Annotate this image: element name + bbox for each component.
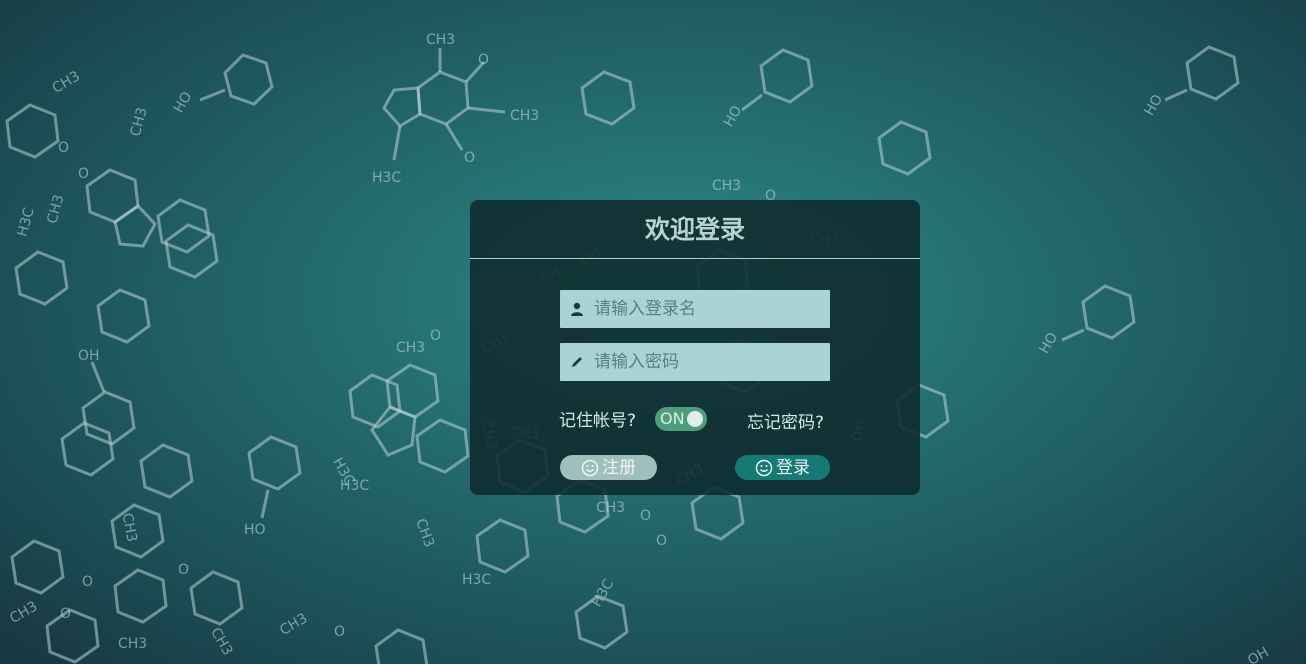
toggle-knob: [687, 411, 703, 427]
username-field[interactable]: [560, 290, 830, 328]
password-field[interactable]: [560, 343, 830, 381]
user-icon: [571, 302, 583, 316]
pencil-icon: [572, 357, 582, 367]
svg-text:O: O: [656, 533, 667, 549]
svg-text:HO: HO: [1037, 330, 1062, 357]
toggle-state-text: ON: [660, 409, 685, 428]
svg-text:OH: OH: [1245, 644, 1272, 664]
register-button[interactable]: 注册: [560, 455, 657, 480]
login-title: 欢迎登录: [470, 200, 920, 259]
svg-text:CH3: CH3: [7, 598, 40, 626]
svg-text:H3C: H3C: [589, 576, 618, 609]
svg-text:O: O: [334, 624, 345, 640]
svg-text:O: O: [430, 328, 441, 344]
svg-text:CH3: CH3: [50, 68, 83, 96]
svg-text:OH: OH: [78, 348, 100, 364]
svg-text:O: O: [640, 508, 651, 524]
smile-icon: [755, 459, 773, 476]
svg-text:H3C: H3C: [372, 170, 401, 186]
svg-text:CH3: CH3: [510, 108, 539, 124]
login-panel: 欢迎登录 记住帐号? ON 忘记密码? 注册: [470, 200, 920, 495]
svg-text:H3C: H3C: [15, 206, 38, 239]
svg-text:CH3: CH3: [128, 106, 151, 138]
svg-text:CH3: CH3: [412, 517, 437, 550]
forgot-password-link[interactable]: 忘记密码?: [747, 408, 824, 433]
smile-icon: [581, 459, 599, 476]
remember-account-label: 记住帐号?: [559, 411, 637, 431]
svg-text:O: O: [82, 574, 93, 590]
svg-text:HO: HO: [1142, 92, 1167, 119]
login-button[interactable]: 登录: [735, 455, 830, 480]
svg-text:CH3: CH3: [277, 610, 310, 638]
svg-text:HO: HO: [171, 89, 196, 116]
login-button-label: 登录: [776, 457, 810, 478]
svg-text:H3C: H3C: [340, 478, 369, 494]
svg-text:O: O: [478, 52, 489, 68]
svg-text:CH3: CH3: [712, 178, 741, 194]
svg-text:O: O: [78, 166, 89, 182]
svg-text:CH3: CH3: [44, 193, 67, 225]
svg-text:CH3: CH3: [119, 512, 140, 544]
svg-text:CH3: CH3: [426, 32, 455, 48]
remember-account-toggle[interactable]: ON: [655, 407, 707, 431]
svg-text:O: O: [178, 562, 189, 578]
svg-text:CH3: CH3: [207, 625, 235, 658]
password-input[interactable]: [594, 343, 820, 381]
register-button-label: 注册: [602, 457, 636, 478]
svg-text:CH3: CH3: [596, 500, 625, 516]
svg-text:O: O: [60, 606, 71, 622]
svg-text:O: O: [58, 140, 69, 156]
svg-text:H3C: H3C: [462, 572, 491, 588]
svg-text:O: O: [464, 150, 475, 166]
svg-text:HO: HO: [244, 522, 266, 538]
svg-text:CH3: CH3: [118, 636, 147, 652]
svg-text:HO: HO: [721, 103, 746, 130]
username-input[interactable]: [594, 290, 820, 328]
svg-text:CH3: CH3: [396, 340, 425, 356]
